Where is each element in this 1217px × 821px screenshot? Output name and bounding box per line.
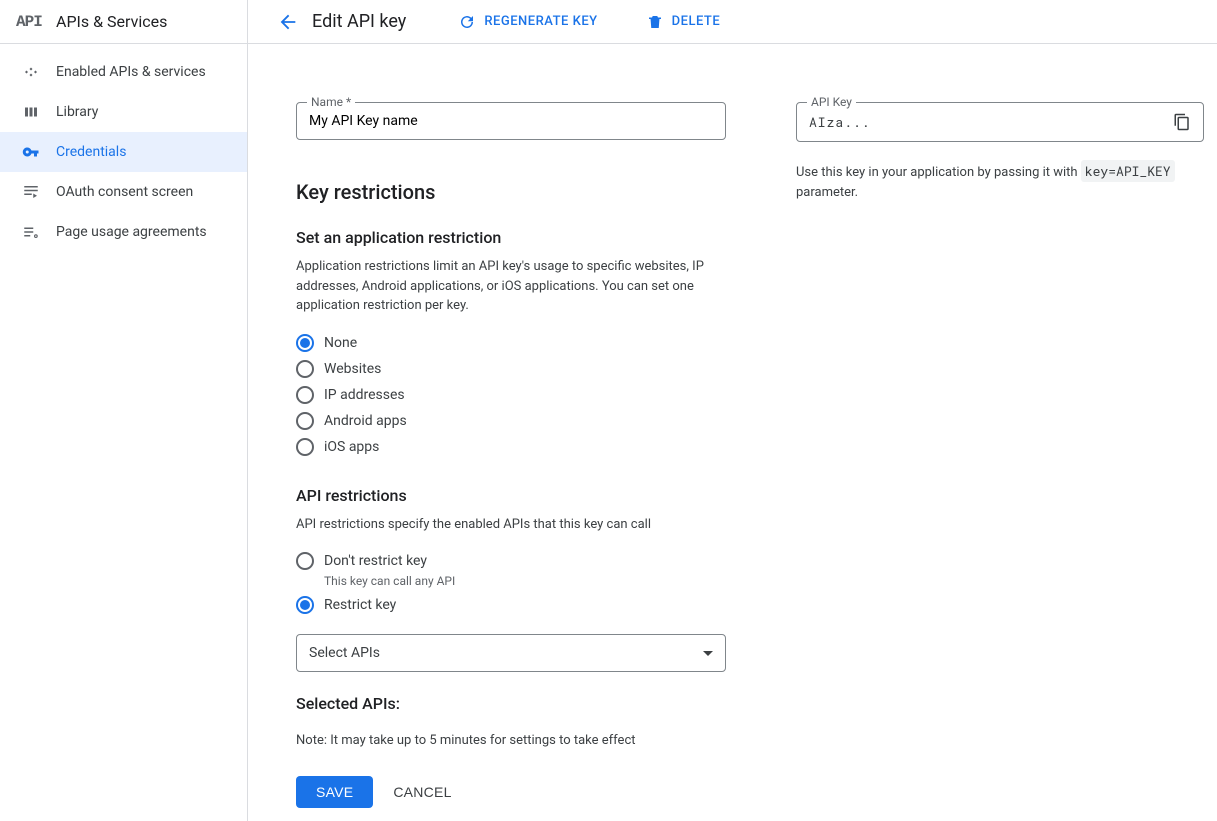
radio-label: None <box>324 335 357 351</box>
main-area: Edit API key REGENERATE KEY DELETE Name … <box>248 0 1217 821</box>
sidebar-item-label: OAuth consent screen <box>56 184 193 200</box>
name-field-label: Name * <box>307 95 355 109</box>
radio-icon <box>296 596 314 614</box>
copy-icon <box>1173 113 1191 131</box>
radio-label: IP addresses <box>324 387 405 403</box>
refresh-icon <box>458 13 476 31</box>
api-key-value: AIza... <box>809 113 871 131</box>
api-key-field-label: API Key <box>807 95 856 109</box>
sidebar-item-label: Library <box>56 104 98 120</box>
radio-label: iOS apps <box>324 439 379 455</box>
select-apis-label: Select APIs <box>309 645 380 661</box>
app-restriction-desc: Application restrictions limit an API ke… <box>296 257 706 316</box>
sidebar-item-oauth-consent[interactable]: OAuth consent screen <box>0 172 247 212</box>
sidebar-item-label: Enabled APIs & services <box>56 64 206 80</box>
settings-list-icon <box>20 223 42 241</box>
save-button[interactable]: SAVE <box>296 776 373 808</box>
sidebar-header: API APIs & Services <box>0 0 247 44</box>
api-key-field-wrapper: API Key AIza... <box>796 102 1204 142</box>
app-restriction-radio-group: None Websites IP addresses Android apps <box>296 334 726 456</box>
radio-icon <box>296 386 314 404</box>
consent-screen-icon <box>20 183 42 201</box>
app-restriction-option-none[interactable]: None <box>296 334 726 352</box>
delete-label: DELETE <box>672 14 721 29</box>
sidebar-item-page-usage[interactable]: Page usage agreements <box>0 212 247 252</box>
app-restriction-option-websites[interactable]: Websites <box>296 360 726 378</box>
form-actions: SAVE CANCEL <box>296 776 726 808</box>
page-title: Edit API key <box>312 11 406 32</box>
radio-icon <box>296 438 314 456</box>
key-icon <box>20 143 42 161</box>
radio-icon <box>296 334 314 352</box>
sidebar-item-credentials[interactable]: Credentials <box>0 132 247 172</box>
sidebar-item-label: Credentials <box>56 144 126 160</box>
sidebar-item-library[interactable]: Library <box>0 92 247 132</box>
app-restriction-heading: Set an application restriction <box>296 228 726 247</box>
trash-icon <box>646 13 664 31</box>
sidebar-title: APIs & Services <box>56 12 167 31</box>
app-restriction-option-ios[interactable]: iOS apps <box>296 438 726 456</box>
radio-label: Don't restrict key <box>324 553 427 569</box>
cancel-button[interactable]: CANCEL <box>373 776 471 808</box>
radio-icon <box>296 360 314 378</box>
api-key-column: API Key AIza... Use this key in your app… <box>796 94 1204 821</box>
sidebar-nav: Enabled APIs & services Library Credenti… <box>0 44 247 252</box>
sidebar-item-enabled-apis[interactable]: Enabled APIs & services <box>0 52 247 92</box>
select-apis-dropdown[interactable]: Select APIs <box>296 634 726 672</box>
toolbar: Edit API key REGENERATE KEY DELETE <box>248 0 1217 44</box>
app-restriction-option-ip[interactable]: IP addresses <box>296 386 726 404</box>
arrow-back-icon <box>277 11 299 33</box>
settings-delay-note: Note: It may take up to 5 minutes for se… <box>296 733 726 748</box>
api-restriction-heading: API restrictions <box>296 486 726 505</box>
api-restriction-desc: API restrictions specify the enabled API… <box>296 515 706 535</box>
key-restrictions-heading: Key restrictions <box>296 180 726 204</box>
api-restriction-radio-group: Don't restrict key This key can call any… <box>296 552 726 614</box>
radio-label: Websites <box>324 361 381 377</box>
form-column: Name * Key restrictions Set an applicati… <box>296 94 726 821</box>
copy-api-key-button[interactable] <box>1173 113 1191 131</box>
regenerate-key-button[interactable]: REGENERATE KEY <box>446 5 609 39</box>
api-key-hint: Use this key in your application by pass… <box>796 162 1204 202</box>
radio-label: Android apps <box>324 413 407 429</box>
regenerate-key-label: REGENERATE KEY <box>484 14 597 29</box>
selected-apis-heading: Selected APIs: <box>296 694 726 713</box>
delete-button[interactable]: DELETE <box>634 5 733 39</box>
name-input[interactable] <box>309 113 713 129</box>
caret-down-icon <box>703 651 713 656</box>
app-restriction-option-android[interactable]: Android apps <box>296 412 726 430</box>
sidebar: API APIs & Services Enabled APIs & servi… <box>0 0 248 821</box>
sidebar-item-label: Page usage agreements <box>56 224 207 240</box>
api-key-hint-pre: Use this key in your application by pass… <box>796 165 1081 180</box>
api-key-hint-code: key=API_KEY <box>1081 160 1175 182</box>
name-field-wrapper: Name * <box>296 102 726 140</box>
back-button[interactable] <box>270 4 306 40</box>
api-logo: API <box>16 13 50 31</box>
radio-icon <box>296 412 314 430</box>
radio-icon <box>296 552 314 570</box>
radio-label: Restrict key <box>324 597 396 613</box>
api-key-hint-post: parameter. <box>796 185 858 200</box>
radio-sublabel: This key can call any API <box>324 574 726 588</box>
enabled-apis-icon <box>20 63 42 81</box>
api-restriction-option-dont-restrict[interactable]: Don't restrict key <box>296 552 726 570</box>
api-restriction-option-restrict[interactable]: Restrict key <box>296 596 726 614</box>
content-area: Name * Key restrictions Set an applicati… <box>248 44 1217 821</box>
library-icon <box>20 103 42 121</box>
